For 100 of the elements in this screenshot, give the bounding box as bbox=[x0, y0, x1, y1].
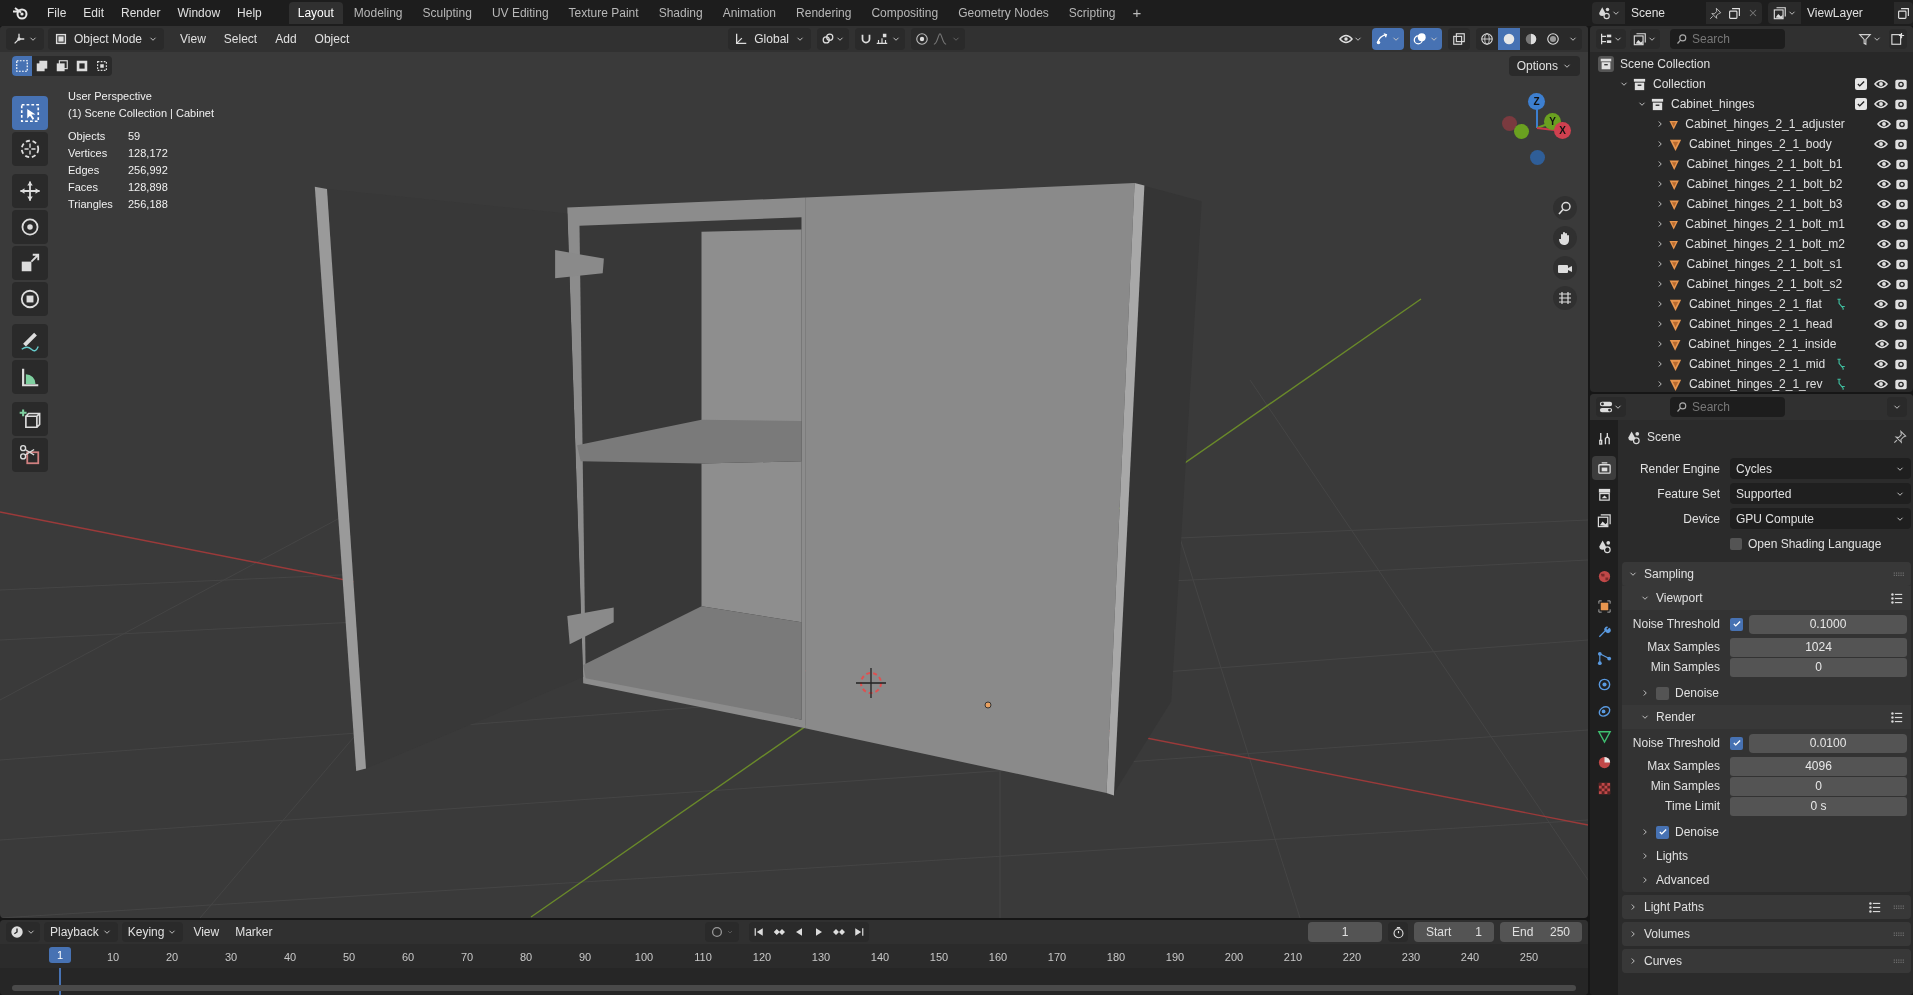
close-icon[interactable] bbox=[1747, 7, 1759, 19]
camera-icon[interactable] bbox=[1895, 177, 1909, 191]
eye-icon[interactable] bbox=[1877, 177, 1891, 191]
navigation-button[interactable] bbox=[1553, 226, 1577, 250]
pivot-dropdown[interactable] bbox=[816, 28, 849, 50]
new-collection-button[interactable] bbox=[1889, 29, 1907, 49]
eye-icon[interactable] bbox=[1874, 317, 1888, 331]
workspace-tab[interactable]: Layout bbox=[288, 2, 343, 24]
eye-icon[interactable] bbox=[1874, 77, 1888, 91]
checkbox[interactable] bbox=[1855, 98, 1867, 110]
outliner-row[interactable]: Cabinet_hinges_2_1_head bbox=[1590, 314, 1913, 334]
list-icon[interactable] bbox=[1890, 591, 1903, 605]
camera-icon[interactable] bbox=[1894, 337, 1909, 351]
pin-icon[interactable] bbox=[1709, 6, 1722, 20]
menu-item[interactable]: Add bbox=[267, 28, 305, 50]
orientation-dropdown[interactable]: Global bbox=[728, 28, 811, 50]
menu-item[interactable]: Render bbox=[113, 2, 169, 24]
outliner-row[interactable]: Collection bbox=[1590, 74, 1913, 94]
list-icon[interactable] bbox=[1890, 710, 1903, 724]
workspace-tab[interactable]: Rendering bbox=[787, 2, 861, 24]
eye-icon[interactable] bbox=[1877, 157, 1891, 171]
overlay-toggle[interactable] bbox=[1410, 28, 1442, 50]
search-field[interactable]: Search bbox=[1670, 29, 1785, 49]
menu-item[interactable]: Marker bbox=[229, 922, 279, 942]
checkbox[interactable] bbox=[1730, 537, 1742, 550]
eye-icon[interactable] bbox=[1877, 197, 1891, 211]
editor-type-button[interactable] bbox=[6, 922, 40, 942]
tool-button[interactable] bbox=[12, 96, 48, 130]
eye-icon[interactable] bbox=[1877, 117, 1891, 131]
outliner-row[interactable]: Cabinet_hinges_2_1_bolt_s1 bbox=[1590, 254, 1913, 274]
pin-icon[interactable] bbox=[1893, 430, 1907, 444]
mode-dropdown[interactable]: Object Mode bbox=[48, 28, 165, 50]
menu-item[interactable]: View bbox=[187, 922, 226, 942]
panel-header[interactable]: Curves bbox=[1622, 949, 1911, 973]
add-workspace-button[interactable]: + bbox=[1126, 2, 1148, 24]
eye-icon[interactable] bbox=[1875, 337, 1890, 351]
camera-icon[interactable] bbox=[1894, 357, 1908, 371]
menu-item[interactable]: View bbox=[172, 28, 214, 50]
outliner-row[interactable]: Cabinet_hinges bbox=[1590, 94, 1913, 114]
eye-icon[interactable] bbox=[1877, 217, 1891, 231]
workspace-tab[interactable]: Sculpting bbox=[413, 2, 481, 24]
checkbox[interactable] bbox=[1656, 686, 1669, 700]
panel-header[interactable]: Sampling bbox=[1622, 562, 1911, 586]
panel-header[interactable]: Light Paths bbox=[1622, 895, 1911, 919]
editor-type-button[interactable] bbox=[6, 28, 44, 50]
workspace-tab[interactable]: Animation bbox=[713, 2, 786, 24]
eye-icon[interactable] bbox=[1877, 257, 1891, 271]
tool-button[interactable] bbox=[12, 438, 48, 472]
tool-button[interactable] bbox=[12, 174, 48, 208]
menu-item[interactable]: File bbox=[39, 2, 75, 24]
eye-icon[interactable] bbox=[1874, 377, 1888, 391]
end-frame-field[interactable]: End 250 bbox=[1500, 922, 1582, 942]
outliner-row[interactable]: Cabinet_hinges_2_1_bolt_b3 bbox=[1590, 194, 1913, 214]
xray-toggle[interactable] bbox=[1448, 28, 1470, 50]
subpanel-header[interactable]: Denoise bbox=[1622, 820, 1911, 844]
preview-range-toggle[interactable] bbox=[1388, 922, 1408, 942]
gizmo-toggle[interactable] bbox=[1372, 28, 1404, 50]
navigation-button[interactable] bbox=[1553, 256, 1577, 280]
camera-icon[interactable] bbox=[1895, 277, 1909, 291]
checkbox[interactable] bbox=[1730, 617, 1743, 631]
subpanel-header[interactable]: Viewport bbox=[1622, 586, 1911, 610]
menu-item[interactable]: Edit bbox=[75, 2, 113, 24]
scene-selector[interactable]: Scene bbox=[1592, 2, 1762, 24]
checkbox[interactable] bbox=[1656, 825, 1669, 839]
workspace-tab[interactable]: Scripting bbox=[1059, 2, 1125, 24]
options-dropdown[interactable]: Options bbox=[1508, 56, 1580, 76]
dropdown[interactable]: GPU Compute bbox=[1730, 508, 1911, 529]
tool-button[interactable] bbox=[12, 324, 48, 358]
number-field[interactable]: 0 bbox=[1730, 776, 1907, 796]
camera-icon[interactable] bbox=[1894, 317, 1908, 331]
workspace-tab[interactable]: Texture Paint bbox=[559, 2, 648, 24]
outliner-row[interactable]: Cabinet_hinges_2_1_mid bbox=[1590, 354, 1913, 374]
checkbox[interactable] bbox=[1730, 736, 1743, 750]
editor-type-button[interactable] bbox=[1596, 397, 1626, 417]
eye-icon[interactable] bbox=[1877, 277, 1891, 291]
current-frame-field[interactable]: 1 bbox=[1308, 922, 1382, 942]
menu-item[interactable]: Keying bbox=[121, 922, 184, 942]
search-field[interactable]: Search bbox=[1670, 397, 1785, 417]
dropdown[interactable]: Supported bbox=[1730, 483, 1911, 504]
duplicate-icon[interactable] bbox=[1728, 6, 1741, 20]
view-layer-selector[interactable]: ViewLayer bbox=[1768, 2, 1913, 24]
number-field[interactable]: 0.0100 bbox=[1749, 733, 1907, 753]
outliner-row[interactable]: Cabinet_hinges_2_1_flat bbox=[1590, 294, 1913, 314]
tool-button[interactable] bbox=[12, 282, 48, 316]
tool-button[interactable] bbox=[12, 402, 48, 436]
subpanel-header[interactable]: Advanced bbox=[1622, 868, 1911, 892]
number-field[interactable]: 0 bbox=[1730, 657, 1907, 677]
dropdown[interactable]: Cycles bbox=[1730, 458, 1911, 479]
navigation-button[interactable] bbox=[1553, 286, 1577, 310]
editor-type-button[interactable] bbox=[1596, 29, 1626, 49]
camera-icon[interactable] bbox=[1895, 117, 1909, 131]
axis-button[interactable]: Z bbox=[1528, 93, 1545, 110]
outliner-row[interactable]: Cabinet_hinges_2_1_bolt_m1 bbox=[1590, 214, 1913, 234]
camera-icon[interactable] bbox=[1894, 77, 1908, 91]
tool-button[interactable] bbox=[12, 246, 48, 280]
eye-icon[interactable] bbox=[1874, 357, 1888, 371]
outliner-row[interactable]: Cabinet_hinges_2_1_adjuster bbox=[1590, 114, 1913, 134]
subpanel-header[interactable]: Render bbox=[1622, 705, 1911, 729]
number-field[interactable]: 0.1000 bbox=[1749, 614, 1907, 634]
outliner-row[interactable]: Cabinet_hinges_2_1_inside bbox=[1590, 334, 1913, 354]
